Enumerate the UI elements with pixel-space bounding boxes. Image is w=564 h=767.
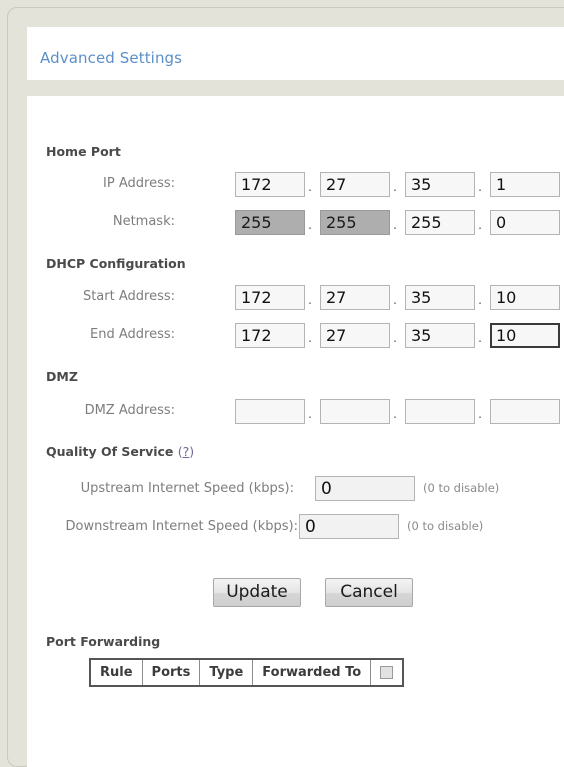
dmz-address-separator-3: . [478,407,482,421]
field-row-dmz-address: DMZ Address: . . . [27,396,564,426]
end-address-separator-3: . [478,331,482,345]
dmz-address-octet-2[interactable] [320,399,390,424]
end-address-octet-3[interactable] [405,323,475,348]
window-chrome-panel: Advanced Settings Home Port IP Address: … [7,7,564,767]
form-button-row: Update Cancel [27,578,564,610]
start-address-octet-4[interactable] [490,285,560,310]
ip-address-label: IP Address: [103,176,175,191]
table-header-row: Rule Ports Type Forwarded To [89,658,404,687]
start-address-separator-1: . [308,293,312,307]
column-header-type[interactable]: Type [199,658,254,687]
upstream-speed-input[interactable] [315,476,415,501]
field-row-netmask: Netmask: . . . [27,207,564,237]
netmask-octet-3[interactable] [405,210,475,235]
start-address-label: Start Address: [82,289,175,304]
field-row-end-address: End Address: . . . [27,320,564,350]
section-heading-home-port: Home Port [46,144,121,159]
netmask-octet-4[interactable] [490,210,560,235]
ip-address-octet-1[interactable] [235,172,305,197]
field-row-upstream-speed: Upstream Internet Speed (kbps): (0 to di… [27,474,564,504]
upstream-speed-label: Upstream Internet Speed (kbps): [80,481,294,496]
dmz-address-octet-3[interactable] [405,399,475,424]
dmz-address-separator-1: . [308,407,312,421]
section-heading-qos: Quality Of Service (?) [46,444,194,459]
qos-help-paren-close: ) [189,444,195,459]
downstream-speed-input[interactable] [299,514,399,539]
column-header-rule[interactable]: Rule [89,658,143,687]
ip-address-separator-3: . [478,180,482,194]
ip-address-octet-4[interactable] [490,172,560,197]
page-title-link[interactable]: Advanced Settings [40,49,182,67]
qos-help-link[interactable]: (?) [178,444,194,459]
update-button[interactable]: Update [213,578,301,607]
ip-address-octet-2[interactable] [320,172,390,197]
netmask-separator-2: . [393,218,397,232]
netmask-octet-1[interactable] [235,210,305,235]
end-address-octet-4[interactable] [490,323,560,348]
dmz-address-separator-2: . [393,407,397,421]
dmz-address-octet-1[interactable] [235,399,305,424]
cancel-button[interactable]: Cancel [325,578,413,607]
column-header-forwarded-to[interactable]: Forwarded To [252,658,372,687]
title-divider [27,80,564,96]
column-header-select-all [370,658,404,687]
start-address-octet-3[interactable] [405,285,475,310]
start-address-separator-2: . [393,293,397,307]
upstream-speed-hint: (0 to disable) [423,481,500,495]
port-forwarding-table: Rule Ports Type Forwarded To [89,658,405,687]
field-row-downstream-speed: Downstream Internet Speed (kbps): (0 to … [27,512,564,542]
field-row-ip-address: IP Address: . . . [27,169,564,199]
column-header-ports[interactable]: Ports [141,658,201,687]
ip-address-separator-1: . [308,180,312,194]
section-heading-dhcp: DHCP Configuration [46,256,186,271]
qos-heading-text: Quality Of Service [46,444,174,459]
field-row-start-address: Start Address: . . . [27,282,564,312]
netmask-separator-3: . [478,218,482,232]
end-address-label: End Address: [90,327,175,342]
downstream-speed-hint: (0 to disable) [407,519,484,533]
section-heading-dmz: DMZ [46,369,78,384]
content-card: Advanced Settings Home Port IP Address: … [27,27,564,767]
netmask-separator-1: . [308,218,312,232]
section-heading-port-forwarding: Port Forwarding [46,634,161,649]
select-all-checkbox[interactable] [380,666,394,679]
start-address-separator-3: . [478,293,482,307]
end-address-separator-2: . [393,331,397,345]
ip-address-separator-2: . [393,180,397,194]
port-forwarding-table-wrap: Rule Ports Type Forwarded To [89,658,405,687]
start-address-octet-1[interactable] [235,285,305,310]
start-address-octet-2[interactable] [320,285,390,310]
downstream-speed-label: Downstream Internet Speed (kbps): [65,519,299,534]
end-address-octet-2[interactable] [320,323,390,348]
dmz-address-octet-4[interactable] [490,399,560,424]
netmask-octet-2[interactable] [320,210,390,235]
netmask-label: Netmask: [112,214,175,229]
end-address-octet-1[interactable] [235,323,305,348]
ip-address-octet-3[interactable] [405,172,475,197]
dmz-address-label: DMZ Address: [84,403,175,418]
end-address-separator-1: . [308,331,312,345]
